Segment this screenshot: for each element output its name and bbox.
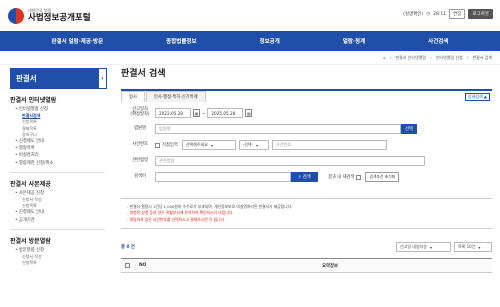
search-button[interactable]: ⌕ 검색 xyxy=(291,172,318,182)
date-from-input[interactable]: 2022.05.28 xyxy=(155,108,191,118)
page-title: 판결서 검색 xyxy=(121,69,166,79)
breadcrumb: ⌂ › 판결서 인터넷열람 › 인터넷열람 신청 › 판결서 검색 xyxy=(0,51,500,65)
home-icon[interactable]: ⌂ xyxy=(383,55,386,60)
breadcrumb-item[interactable]: 판결서 인터넷열람 xyxy=(395,55,426,61)
search-form: 선고일자 (확정일자) 2022.05.28 ▦ ~ 2025.05.28 ▦ … xyxy=(121,102,492,184)
per-page-select[interactable]: 목록 10건 ▾ xyxy=(454,242,492,253)
nav-item-legal-info[interactable]: 종합법률정보 xyxy=(166,37,196,45)
calendar-icon[interactable]: ▦ xyxy=(193,109,200,117)
divider xyxy=(10,171,105,173)
logo-title: 사법정보공개포털 xyxy=(28,12,91,23)
case-year-select[interactable]: 선택해주세요 ▾ xyxy=(181,140,236,150)
checkbox-label: 결과 내 재검색 xyxy=(328,175,355,180)
tab-civil[interactable]: 민사·행정·특허·신기특례 xyxy=(145,91,206,102)
chevron-down-icon: ▾ xyxy=(430,244,433,250)
law-input[interactable]: 관련법령 xyxy=(155,156,425,166)
session-label: (실명확인) xyxy=(403,12,424,17)
direct-input-checkbox[interactable]: 직접입력 xyxy=(155,142,178,148)
col-summary: 요약정보 xyxy=(322,263,338,269)
result-in-search-checkbox[interactable]: 결과 내 재검색 xyxy=(328,174,362,180)
nav-item-petition[interactable]: 열람·청계 xyxy=(343,37,365,45)
case-number-input[interactable]: 사건번호 xyxy=(271,140,387,150)
court-emblem-icon xyxy=(8,7,24,24)
sidebar-item[interactable]: • 신청제도 안내 xyxy=(10,138,107,145)
date-to-input[interactable]: 2025.05.28 xyxy=(207,108,244,118)
checkbox-icon xyxy=(155,142,160,148)
sidebar-section-title: 판결서 사본제공 xyxy=(10,180,51,188)
checkbox-icon xyxy=(356,174,362,180)
sidebar-item[interactable]: • 열람목록 xyxy=(10,145,107,152)
select-value: -선택- xyxy=(242,142,254,147)
chevron-left-icon[interactable]: ‹ xyxy=(98,68,107,89)
table-header: NO 요약정보 xyxy=(121,258,492,274)
sidebar-title: 판결서 ‹ xyxy=(10,68,107,89)
chevron-down-icon: ▾ xyxy=(478,244,481,250)
date-label: 선고일자 (확정일자) xyxy=(130,107,150,117)
select-value: 선택해주세요 xyxy=(185,142,208,147)
top-header: 대한민국 법원 사법정보공개포털 (실명확인) ◷ 28:11 연장 로그아웃 xyxy=(0,0,500,31)
select-value: 목록 10건 xyxy=(458,244,476,250)
chevron-down-icon: ▾ xyxy=(210,142,213,148)
notice-box: - 판결서 열람시 1건당 1,000원의 수수료가 부과되며, 개인정보보호 … xyxy=(121,198,492,230)
divider xyxy=(10,228,105,230)
sidebar-item[interactable]: • 공개기관 xyxy=(10,217,107,224)
main-nav: 판결서 열람·제공·방문 종합법률정보 정보공개 열람·청계 사건검색 xyxy=(0,31,500,51)
nav-item-disclosure[interactable]: 정보공개 xyxy=(260,37,280,45)
detail-search-toggle[interactable]: 상세검색 ▲ xyxy=(464,93,490,101)
select-all-checkbox[interactable] xyxy=(124,263,130,269)
court-select-button[interactable]: 선택 xyxy=(401,124,417,134)
session-time: 28:11 xyxy=(433,11,447,17)
main-content: 판결서 검색 형사 민사·행정·특허·신기특례 상세검색 ▲ 선고일자 (확정일… xyxy=(107,65,500,274)
case-label: 사건번호 xyxy=(132,141,148,147)
result-count: 총 0 건 xyxy=(121,245,135,251)
court-label: 법원명 xyxy=(134,125,146,131)
nav-item-judgment[interactable]: 판결서 열람·제공·방문 xyxy=(52,37,104,45)
checkbox-label: 직접입력 xyxy=(162,143,178,148)
breadcrumb-item: 판결서 검색 xyxy=(472,54,492,60)
sidebar-item[interactable]: • 비실명처리 xyxy=(10,152,107,159)
search-panel: 형사 민사·행정·특허·신기특례 상세검색 ▲ 선고일자 (확정일자) 2022… xyxy=(121,89,492,184)
reset-button[interactable]: 검색조건 초기화 xyxy=(365,172,400,182)
sidebar-subitem[interactable]: 신청목록 xyxy=(10,260,107,266)
tab-criminal[interactable]: 형사 xyxy=(121,91,145,102)
col-no: NO xyxy=(139,263,147,269)
court-input[interactable]: 법원명 xyxy=(155,124,401,134)
clock-icon: ◷ xyxy=(426,11,431,17)
search-button-label: 검색 xyxy=(302,175,311,180)
sidebar: 판결서 ‹ 판결서 인터넷열람 • 인터넷열람 신청 판결서검색 신청목록 결제… xyxy=(0,65,107,273)
case-type-select[interactable]: -선택- ▾ xyxy=(238,140,269,150)
search-icon: ⌕ xyxy=(298,174,301,180)
keyword-input[interactable] xyxy=(155,172,291,182)
sidebar-section-title: 판결서 인터넷열람 xyxy=(10,97,57,104)
search-label: 검색어 xyxy=(134,173,146,179)
sidebar-item[interactable]: • 사본제공 신청 xyxy=(10,190,107,197)
law-label: 관련법령 xyxy=(132,157,148,163)
extend-session-button[interactable]: 연장 xyxy=(449,9,466,19)
nav-item-case-search[interactable]: 사건검색 xyxy=(428,37,448,45)
sidebar-title-text: 판결서 xyxy=(16,74,37,83)
portal-logo[interactable]: 대한민국 법원 사법정보공개포털 xyxy=(8,7,91,24)
sidebar-item[interactable]: • 신청제도 안내 xyxy=(10,209,107,216)
logout-button[interactable]: 로그아웃 xyxy=(468,9,493,19)
notice-line-alert: - 열람하지 않은 사건번호를 선택하시고 결제하시면 안 됩니다. xyxy=(127,216,226,222)
sidebar-item[interactable]: • 열람제한 신청/취소 xyxy=(10,160,107,167)
sort-select[interactable]: 선고일 내림차순 ▾ xyxy=(396,242,451,253)
breadcrumb-item[interactable]: 인터넷열람 신청 xyxy=(436,55,463,61)
calendar-icon[interactable]: ▦ xyxy=(245,109,253,117)
sidebar-item[interactable]: • 방문열람 신청 xyxy=(10,247,107,254)
chevron-down-icon: ▾ xyxy=(256,142,259,148)
select-value: 선고일 내림차순 xyxy=(400,244,428,250)
sidebar-section-title: 판결서 방문열람 xyxy=(10,237,51,245)
